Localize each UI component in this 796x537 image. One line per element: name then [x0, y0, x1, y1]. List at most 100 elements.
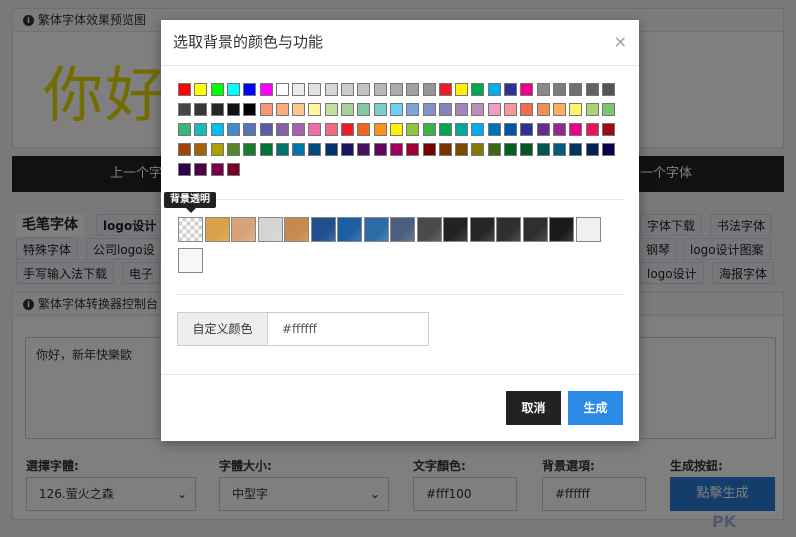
- color-swatch[interactable]: [504, 123, 517, 136]
- color-swatch[interactable]: [357, 103, 371, 116]
- texture-swatch[interactable]: [337, 217, 362, 242]
- color-swatch[interactable]: [275, 103, 289, 116]
- color-swatch[interactable]: [373, 83, 387, 96]
- color-swatch[interactable]: [308, 143, 322, 156]
- color-swatch[interactable]: [341, 83, 354, 96]
- color-swatch[interactable]: [406, 103, 420, 116]
- color-swatch[interactable]: [292, 143, 306, 156]
- color-swatch[interactable]: [455, 143, 469, 156]
- color-swatch[interactable]: [243, 123, 257, 136]
- color-swatch[interactable]: [178, 83, 191, 96]
- color-swatch[interactable]: [536, 83, 550, 96]
- color-swatch[interactable]: [226, 83, 240, 96]
- texture-swatch[interactable]: [310, 217, 336, 242]
- color-swatch[interactable]: [487, 83, 501, 96]
- color-swatch[interactable]: [389, 83, 403, 96]
- color-swatch[interactable]: [569, 83, 583, 96]
- color-swatch[interactable]: [194, 103, 208, 116]
- color-swatch[interactable]: [178, 123, 191, 136]
- color-swatch[interactable]: [357, 143, 371, 156]
- texture-swatch[interactable]: [390, 217, 415, 242]
- color-swatch[interactable]: [585, 103, 599, 116]
- color-swatch[interactable]: [373, 103, 387, 116]
- color-swatch[interactable]: [438, 83, 452, 96]
- color-swatch[interactable]: [471, 103, 485, 116]
- color-swatch[interactable]: [487, 103, 501, 116]
- color-swatch[interactable]: [226, 163, 240, 176]
- color-swatch[interactable]: [536, 143, 550, 156]
- color-swatch[interactable]: [585, 83, 599, 96]
- texture-swatch[interactable]: [231, 217, 256, 242]
- color-swatch[interactable]: [504, 83, 517, 96]
- texture-swatch[interactable]: [257, 217, 283, 242]
- color-swatch[interactable]: [194, 143, 208, 156]
- color-swatch[interactable]: [406, 123, 420, 136]
- color-swatch[interactable]: [292, 123, 306, 136]
- texture-swatch[interactable]: [363, 217, 389, 242]
- color-swatch[interactable]: [504, 103, 517, 116]
- color-swatch[interactable]: [601, 143, 615, 156]
- texture-swatch[interactable]: [416, 217, 442, 242]
- color-swatch[interactable]: [455, 103, 469, 116]
- color-swatch[interactable]: [194, 163, 208, 176]
- texture-swatch[interactable]: [284, 217, 309, 242]
- texture-swatch[interactable]: [496, 217, 521, 242]
- color-swatch[interactable]: [292, 83, 306, 96]
- color-swatch[interactable]: [341, 123, 354, 136]
- color-swatch[interactable]: [259, 83, 273, 96]
- color-swatch[interactable]: [308, 123, 322, 136]
- cancel-button[interactable]: 取消: [506, 391, 561, 425]
- color-swatch[interactable]: [536, 103, 550, 116]
- color-swatch[interactable]: [243, 143, 257, 156]
- color-swatch[interactable]: [569, 103, 583, 116]
- color-swatch[interactable]: [194, 123, 208, 136]
- color-swatch[interactable]: [471, 123, 485, 136]
- color-swatch[interactable]: [210, 143, 224, 156]
- color-swatch[interactable]: [210, 83, 224, 96]
- color-swatch[interactable]: [438, 143, 452, 156]
- color-swatch[interactable]: [569, 123, 583, 136]
- color-swatch[interactable]: [275, 143, 289, 156]
- texture-swatch[interactable]: [575, 217, 601, 242]
- texture-swatch[interactable]: [178, 248, 203, 273]
- color-swatch[interactable]: [178, 103, 191, 116]
- color-swatch[interactable]: [275, 123, 289, 136]
- color-swatch[interactable]: [243, 83, 257, 96]
- color-swatch[interactable]: [406, 143, 420, 156]
- color-swatch[interactable]: [438, 103, 452, 116]
- color-swatch[interactable]: [308, 103, 322, 116]
- color-swatch[interactable]: [341, 103, 354, 116]
- color-swatch[interactable]: [520, 143, 534, 156]
- color-swatch[interactable]: [210, 103, 224, 116]
- color-swatch[interactable]: [487, 143, 501, 156]
- color-swatch[interactable]: [422, 103, 436, 116]
- color-swatch[interactable]: [601, 83, 615, 96]
- color-swatch[interactable]: [357, 83, 371, 96]
- texture-swatch[interactable]: [443, 217, 468, 242]
- color-swatch[interactable]: [308, 83, 322, 96]
- generate-button[interactable]: 生成: [568, 391, 623, 425]
- color-swatch[interactable]: [357, 123, 371, 136]
- color-swatch[interactable]: [389, 143, 403, 156]
- color-swatch[interactable]: [601, 103, 615, 116]
- color-swatch[interactable]: [259, 103, 273, 116]
- texture-swatch[interactable]: [549, 217, 574, 242]
- color-swatch[interactable]: [552, 123, 566, 136]
- color-swatch[interactable]: [226, 103, 240, 116]
- color-swatch[interactable]: [438, 123, 452, 136]
- color-swatch[interactable]: [178, 163, 191, 176]
- color-swatch[interactable]: [585, 123, 599, 136]
- color-swatch[interactable]: [552, 143, 566, 156]
- color-swatch[interactable]: [455, 83, 469, 96]
- color-swatch[interactable]: [422, 143, 436, 156]
- color-swatch[interactable]: [536, 123, 550, 136]
- color-swatch[interactable]: [178, 143, 191, 156]
- color-swatch[interactable]: [210, 163, 224, 176]
- color-swatch[interactable]: [487, 123, 501, 136]
- color-swatch[interactable]: [324, 143, 338, 156]
- color-swatch[interactable]: [324, 103, 338, 116]
- color-swatch[interactable]: [373, 143, 387, 156]
- color-swatch[interactable]: [194, 83, 208, 96]
- color-swatch[interactable]: [243, 103, 257, 116]
- transparent-swatch[interactable]: [178, 217, 203, 242]
